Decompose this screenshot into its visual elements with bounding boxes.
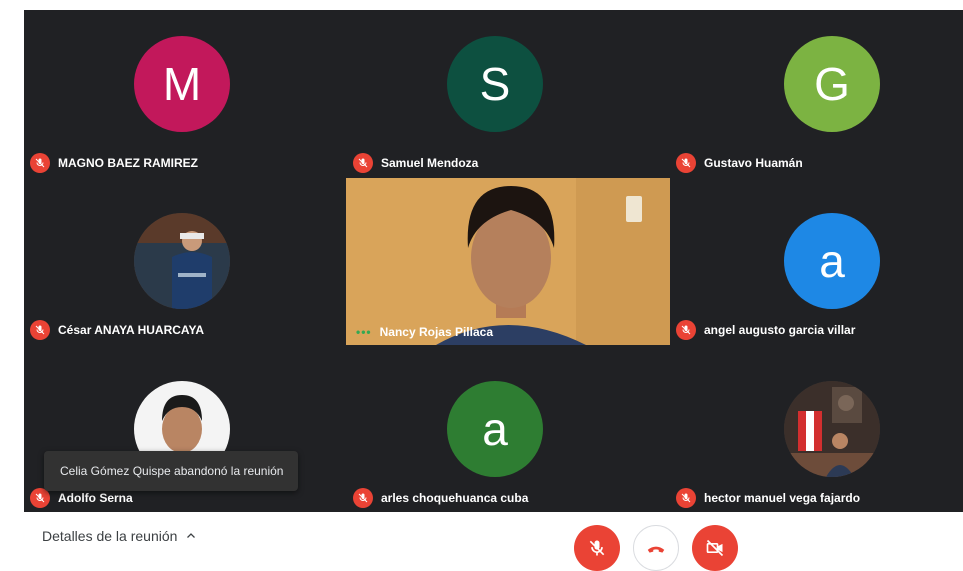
participant-name: Gustavo Huamán	[704, 156, 803, 170]
participant-tile[interactable]: S Samuel Mendoza	[337, 10, 650, 177]
mic-off-icon	[30, 320, 50, 340]
notification-toast: Celia Gómez Quispe abandonó la reunión	[44, 451, 298, 491]
participant-tile[interactable]: a angel augusto garcia villar	[650, 177, 963, 344]
mic-off-icon	[676, 320, 696, 340]
meeting-details-label: Detalles de la reunión	[42, 528, 178, 544]
participant-name: Samuel Mendoza	[381, 156, 479, 170]
participant-tile[interactable]: G Gustavo Huamán	[650, 10, 963, 177]
avatar: S	[447, 36, 543, 132]
mic-off-icon	[30, 153, 50, 173]
participant-name: Adolfo Serna	[58, 491, 133, 505]
mic-off-icon	[676, 153, 696, 173]
avatar-photo	[134, 213, 230, 309]
mic-off-icon	[353, 488, 373, 508]
participant-name: angel augusto garcia villar	[704, 323, 856, 337]
leave-call-button[interactable]	[633, 525, 679, 571]
camera-off-icon	[706, 539, 724, 557]
avatar: G	[784, 36, 880, 132]
chevron-up-icon	[187, 533, 196, 538]
mic-off-icon	[676, 488, 696, 508]
participant-name: arles choquehuanca cuba	[381, 491, 529, 505]
participant-name: César ANAYA HUARCAYA	[58, 323, 205, 337]
mic-off-icon	[30, 488, 50, 508]
avatar: a	[784, 213, 880, 309]
mic-off-icon	[589, 540, 605, 556]
camera-toggle-button[interactable]	[692, 525, 738, 571]
participant-name: Nancy Rojas Pillaca	[379, 325, 493, 339]
speaking-indicator-icon: •••	[356, 325, 372, 339]
hang-up-icon	[647, 546, 665, 553]
participant-grid: M MAGNO BAEZ RAMIREZ S Samuel Mendoza G …	[24, 10, 963, 512]
mic-off-icon	[353, 153, 373, 173]
active-speaker-video[interactable]: ••• Nancy Rojas Pillaca	[346, 178, 670, 345]
participant-name: MAGNO BAEZ RAMIREZ	[58, 156, 198, 170]
meeting-details-button[interactable]: Detalles de la reunión	[42, 528, 197, 544]
participant-tile[interactable]: César ANAYA HUARCAYA	[24, 177, 337, 344]
participant-tile[interactable]: M MAGNO BAEZ RAMIREZ	[24, 10, 337, 177]
participant-tile[interactable]: hector manuel vega fajardo	[650, 345, 963, 512]
avatar: a	[447, 381, 543, 477]
participant-tile[interactable]: a arles choquehuanca cuba	[337, 345, 650, 512]
participant-name: hector manuel vega fajardo	[704, 491, 861, 505]
avatar-photo	[784, 381, 880, 477]
mic-toggle-button[interactable]	[574, 525, 620, 571]
avatar: M	[134, 36, 230, 132]
